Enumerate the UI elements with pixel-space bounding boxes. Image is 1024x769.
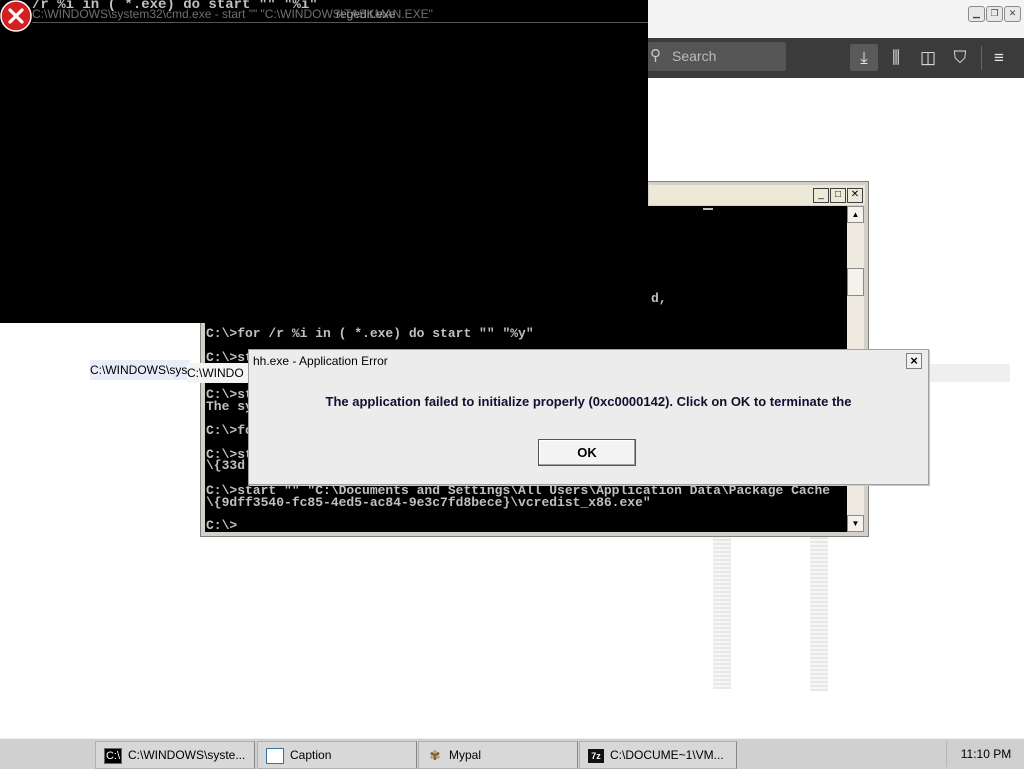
taskbar-item-7zip[interactable]: 7z C:\DOCUME~1\VM... <box>579 741 737 769</box>
taskbar: C:\ C:\WINDOWS\syste... Caption ✾ Mypal 7z… <box>0 738 1024 769</box>
7zip-icon: 7z <box>588 748 604 763</box>
close-icon[interactable]: ✕ <box>1004 6 1021 22</box>
maximize-icon[interactable]: □ <box>830 188 846 203</box>
render-artifact <box>810 530 828 691</box>
cursor-fragment <box>703 208 713 210</box>
scroll-down-icon[interactable]: ▼ <box>847 515 864 532</box>
restore-icon[interactable]: ❐ <box>986 6 1003 22</box>
mypal-icon: ✾ <box>429 747 441 763</box>
console-line: C:\> <box>206 518 238 533</box>
browser-toolbar: ⚲ Search ⤓ ⫼ ◫ ⛉ ≡ <box>648 38 1024 78</box>
cmd-icon: C:\ <box>104 747 122 764</box>
search-placeholder: Search <box>672 48 717 64</box>
taskbar-item-label: C:\WINDOWS\syste... <box>128 748 246 762</box>
taskbar-item-cmd[interactable]: C:\ C:\WINDOWS\syste... <box>95 741 255 769</box>
library-icon[interactable]: ⫼ <box>882 44 910 71</box>
toolbar-divider <box>981 46 982 70</box>
taskbar-item-label: C:\DOCUME~1\VM... <box>610 748 724 762</box>
taskbar-item-caption[interactable]: Caption <box>257 741 417 769</box>
scroll-up-icon[interactable]: ▲ <box>847 206 864 223</box>
console-line: \{33d <box>206 458 246 473</box>
console-line: C:\>fo <box>206 423 253 438</box>
minimize-icon[interactable]: ▁ <box>968 6 985 22</box>
window-icon <box>266 747 284 764</box>
taskbar-item-label: Mypal <box>449 748 482 762</box>
top-console: /r %i in ( *.exe) do start "" "%i" C:\WI… <box>0 0 648 323</box>
taskbar-item-label: Caption <box>290 748 332 762</box>
cmd-titlebar: _ □ ✕ <box>649 185 865 205</box>
minimize-icon[interactable]: _ <box>813 188 829 203</box>
scroll-thumb[interactable] <box>847 268 864 296</box>
console-line: C:\>for /r %i in ( *.exe) do start "" "%… <box>206 326 534 341</box>
window-preview[interactable]: C:\WINDO <box>187 363 249 383</box>
close-icon[interactable]: × <box>906 353 922 369</box>
window-preview[interactable]: C:\WINDOWS\sys <box>90 360 190 380</box>
download-icon[interactable]: ⤓ <box>850 44 878 71</box>
taskbar-item-mypal[interactable]: ✾ Mypal <box>418 741 578 769</box>
close-icon[interactable]: ✕ <box>847 188 863 203</box>
browser-window: ▁ ❐ ✕ ⚲ Search ⤓ ⫼ ◫ ⛉ ≡ <box>648 0 1024 78</box>
sidebar-icon[interactable]: ◫ <box>914 44 942 71</box>
taskbar-clock[interactable]: 11:10 PM <box>946 741 1024 767</box>
console-line: The sy <box>206 399 253 414</box>
title-underline <box>32 22 648 23</box>
dialog-title: hh.exe - Application Error <box>253 354 388 368</box>
console-title-overlay: regedit.exe <box>336 7 396 21</box>
dialog-message: The application failed to initialize pro… <box>325 394 852 409</box>
console-fragment: d, <box>651 291 667 306</box>
blank-strip <box>927 364 1010 382</box>
error-dialog: hh.exe - Application Error × The applica… <box>248 349 929 485</box>
ok-button[interactable]: OK <box>538 439 636 466</box>
menu-icon[interactable]: ≡ <box>985 44 1013 71</box>
render-artifact <box>713 530 731 689</box>
error-icon <box>0 0 32 32</box>
ublock-icon[interactable]: ⛉ <box>946 44 974 71</box>
search-icon: ⚲ <box>650 47 661 64</box>
console-line: \{9dff3540-fc85-4ed5-ac84-9e3c7fd8bece}\… <box>206 495 651 510</box>
search-box[interactable]: ⚲ Search <box>648 42 786 71</box>
browser-titlebar: ▁ ❐ ✕ <box>648 0 1024 39</box>
